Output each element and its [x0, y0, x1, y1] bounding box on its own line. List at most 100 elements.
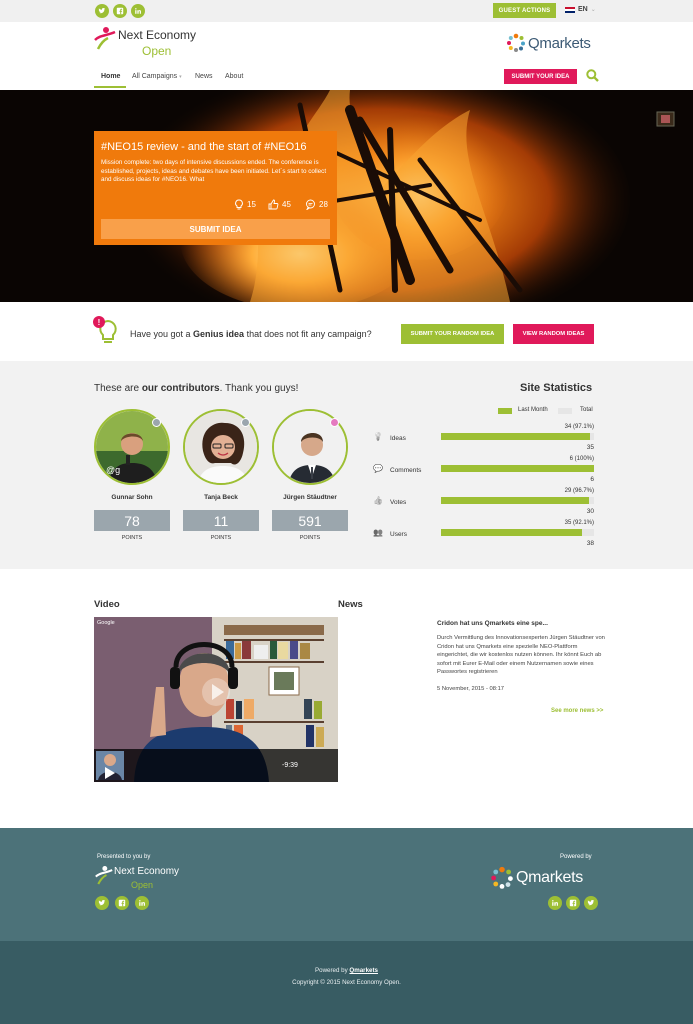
hero-title[interactable]: #NEO15 review - and the start of #NEO16 — [101, 141, 331, 153]
contributors-title-after: . Thank you guys! — [219, 383, 299, 394]
stat-label: Votes — [390, 499, 407, 506]
hero-ideas-count: 15 — [247, 200, 256, 209]
users-icon: 👥 — [373, 528, 383, 537]
submit-random-idea-button[interactable]: SUBMIT YOUR RANDOM IDEA — [401, 324, 504, 344]
stat-last-month-value: 35 (92.1%) — [564, 520, 594, 526]
video-channel-label: Google — [97, 620, 115, 626]
logo-figure-icon — [94, 27, 116, 50]
level-badge-icon — [330, 418, 339, 427]
lightbulb-icon — [235, 199, 243, 210]
news-headline[interactable]: Cridon hat uns Qmarkets eine spe... — [437, 620, 548, 627]
qmarkets-logo: Qmarkets — [506, 33, 591, 53]
footer-logo-text-main: Next Economy — [114, 866, 180, 877]
facebook-icon[interactable] — [566, 896, 580, 910]
stat-total-value: 30 — [586, 508, 594, 515]
copyright-text: Copyright © 2015 Next Economy Open. — [292, 979, 401, 986]
genius-text-bold: Genius idea — [193, 329, 245, 339]
linkedin-icon[interactable] — [135, 896, 149, 910]
legend-last-month-label: Last Month — [518, 407, 548, 413]
stat-total-value: 6 — [590, 476, 594, 483]
guest-actions-button[interactable]: GUEST ACTIONS — [493, 3, 556, 18]
facebook-icon[interactable] — [115, 896, 129, 910]
news-date: 5 November, 2015 - 08:17 — [437, 686, 505, 692]
site-logo[interactable]: Next Economy Open — [94, 26, 214, 62]
view-random-ideas-button[interactable]: VIEW RANDOM IDEAS — [513, 324, 594, 344]
video-thumbnail — [94, 617, 338, 782]
chevron-down-icon: ⌄ — [590, 7, 596, 13]
contributor-points-label: POINTS — [121, 535, 143, 541]
presented-by-label: Presented to you by — [97, 854, 151, 860]
powered-by-text: Powered by Qmarkets — [0, 967, 693, 974]
contributor-name[interactable]: Gunnar Sohn — [94, 494, 170, 501]
comment-icon — [306, 199, 315, 210]
hero-comments-count: 28 — [319, 200, 328, 209]
stat-label: Ideas — [390, 435, 406, 442]
news-section-title: News — [338, 599, 363, 610]
video-player[interactable]: Google -9:39 — [94, 617, 338, 782]
chevron-down-icon: ▾ — [179, 74, 182, 80]
contributor-name[interactable]: Jürgen Stäudtner — [272, 494, 348, 501]
qmarkets-logo-icon — [507, 33, 525, 52]
stat-bar-fill — [441, 529, 582, 536]
video-time: -9:39 — [282, 762, 298, 769]
footer-qmarkets-logo[interactable]: Qmarkets — [490, 866, 583, 890]
search-icon[interactable] — [586, 69, 599, 82]
linkedin-icon[interactable] — [548, 896, 562, 910]
language-label: EN — [578, 6, 588, 13]
stat-bar-fill — [441, 497, 589, 504]
hero-submit-idea-button[interactable]: SUBMIT IDEA — [101, 219, 330, 239]
linkedin-icon[interactable] — [131, 4, 145, 18]
footer-qmarkets-text: Qmarkets — [516, 869, 583, 886]
nav-home[interactable]: Home — [101, 73, 120, 80]
contributor-points: 11 — [183, 510, 259, 531]
genius-text-after: that does not fit any campaign? — [244, 329, 372, 339]
stat-bar-fill — [441, 433, 590, 440]
stat-last-month-value: 29 (96.7%) — [564, 488, 594, 494]
nav-all-campaigns[interactable]: All Campaigns ▾ — [132, 73, 182, 80]
twitter-icon[interactable] — [95, 896, 109, 910]
submit-your-idea-button[interactable]: SUBMIT YOUR IDEA — [504, 69, 577, 84]
stat-last-month-value: 34 (97.1%) — [564, 424, 594, 430]
contributor-points: 78 — [94, 510, 170, 531]
nav-about[interactable]: About — [225, 73, 243, 80]
logo-text-main: Next Economy — [118, 28, 197, 42]
genius-prompt: Have you got a Genius idea that does not… — [130, 329, 372, 339]
twitter-icon[interactable] — [95, 4, 109, 18]
uk-flag-icon — [565, 6, 575, 13]
footer-site-logo[interactable]: Next Economy Open — [95, 865, 195, 893]
qmarkets-logo-icon — [491, 866, 513, 889]
hero-likes-stat: 45 — [268, 199, 291, 210]
contributor-name[interactable]: Tanja Beck — [183, 494, 259, 501]
qmarkets-link[interactable]: Qmarkets — [349, 967, 378, 974]
thumbs-up-icon: 👍 — [373, 496, 383, 505]
hero-ideas-stat: 15 — [234, 199, 256, 210]
thumbs-up-icon — [268, 199, 279, 210]
nav-all-campaigns-label: All Campaigns — [132, 73, 178, 80]
contributor-points-label: POINTS — [210, 535, 232, 541]
see-more-news-link[interactable]: See more news >> — [551, 708, 603, 714]
facebook-icon[interactable] — [113, 4, 127, 18]
level-badge-icon — [152, 418, 161, 427]
stat-label: Users — [390, 531, 407, 538]
stat-total-value: 35 — [586, 444, 594, 451]
contributors-title-bold: our contributors — [141, 383, 220, 394]
contributor-points-label: POINTS — [299, 535, 321, 541]
level-badge-icon — [241, 418, 250, 427]
site-statistics-title: Site Statistics — [520, 382, 593, 394]
stat-bar-fill — [441, 465, 594, 472]
contributors-title: These are our contributors. Thank you gu… — [94, 383, 298, 394]
hero-comments-stat: 28 — [305, 199, 328, 210]
logo-figure-icon — [95, 866, 113, 885]
powered-by-prefix: Powered by — [315, 967, 350, 974]
nav-active-indicator — [94, 86, 126, 88]
svg-text:!: ! — [98, 318, 101, 327]
nav-news[interactable]: News — [195, 73, 213, 80]
language-selector[interactable]: EN ⌄ — [565, 6, 596, 13]
footer-logo-text-sub: Open — [131, 880, 154, 890]
twitter-icon[interactable] — [584, 896, 598, 910]
news-body: Durch Vermittlung des Innovationsexperte… — [437, 635, 605, 676]
powered-by-label: Powered by — [560, 854, 592, 860]
hero-likes-count: 45 — [282, 200, 291, 209]
logo-text-sub: Open — [142, 44, 172, 58]
stat-label: Comments — [390, 467, 422, 474]
